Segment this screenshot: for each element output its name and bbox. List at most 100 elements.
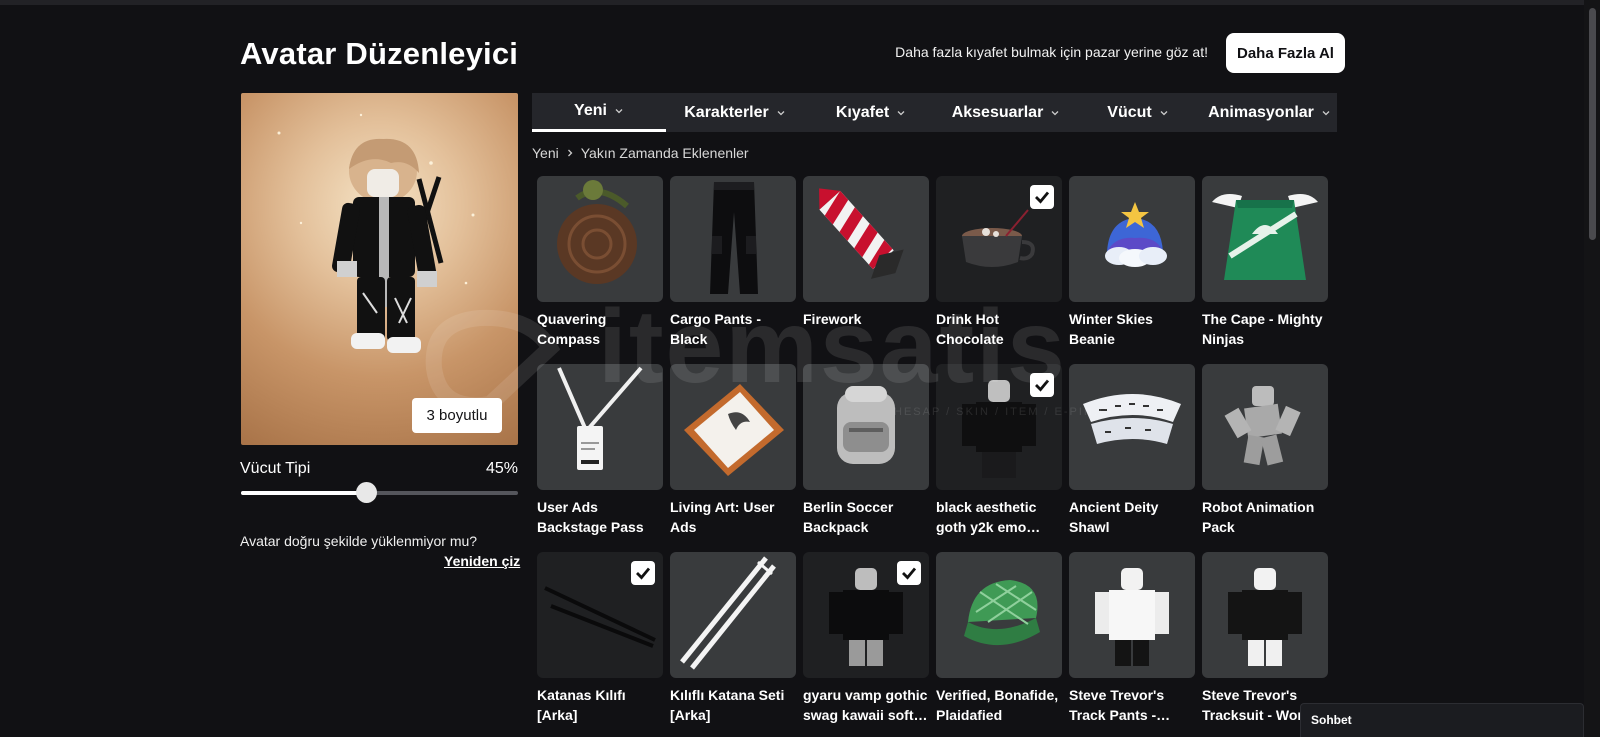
checkmark-icon	[1035, 379, 1050, 392]
load-question: Avatar doğru şekilde yüklenmiyor mu?	[240, 533, 478, 549]
tab-body[interactable]: Vücut	[1074, 93, 1202, 132]
item-thumbnail[interactable]	[1069, 176, 1195, 302]
item-name[interactable]: Cargo Pants - Black	[670, 309, 796, 349]
tab-new[interactable]: Yeni	[532, 93, 666, 132]
chevron-down-icon	[1160, 110, 1168, 115]
item-name[interactable]: Katanas Kılıfı [Arka]	[537, 685, 663, 725]
selected-checkbox[interactable]	[1030, 373, 1054, 397]
item-thumbnail[interactable]	[537, 176, 663, 302]
item-thumbnail[interactable]	[936, 364, 1062, 490]
pants-icon	[710, 182, 758, 294]
item-card[interactable]: gyaru vamp gothic swag kawaii soft…	[803, 552, 929, 737]
item-name[interactable]: black aesthetic goth y2k emo…	[936, 497, 1062, 537]
item-thumbnail[interactable]	[537, 364, 663, 490]
item-card[interactable]: Drink Hot Chocolate	[936, 176, 1062, 364]
promo-text: Daha fazla kıyafet bulmak için pazar yer…	[895, 44, 1208, 60]
item-name[interactable]: Winter Skies Beanie	[1069, 309, 1195, 349]
item-thumbnail[interactable]	[1069, 364, 1195, 490]
item-card[interactable]: black aesthetic goth y2k emo…	[936, 364, 1062, 552]
item-card[interactable]: Cargo Pants - Black	[670, 176, 796, 364]
item-card[interactable]: Verified, Bonafide, Plaidafied	[936, 552, 1062, 737]
top-border	[0, 0, 1584, 5]
checkmark-icon	[1035, 191, 1050, 204]
item-name[interactable]: Robot Animation Pack	[1202, 497, 1328, 537]
item-card[interactable]: Quavering Compass	[537, 176, 663, 364]
chevron-down-icon	[1322, 110, 1330, 115]
tab-label: Animasyonlar	[1208, 103, 1314, 121]
tab-animations[interactable]: Animasyonlar	[1202, 93, 1337, 132]
tab-clothing[interactable]: Kıyafet	[804, 93, 938, 132]
item-thumbnail[interactable]	[670, 552, 796, 678]
item-card[interactable]: Living Art: User Ads	[670, 364, 796, 552]
item-name[interactable]: Quavering Compass	[537, 309, 663, 349]
avatar-preview[interactable]: 3 boyutlu	[241, 93, 518, 445]
item-thumbnail[interactable]	[936, 552, 1062, 678]
item-card[interactable]: Kılıflı Katana Seti [Arka]	[670, 552, 796, 737]
item-name[interactable]: Drink Hot Chocolate	[936, 309, 1062, 349]
item-thumbnail[interactable]	[803, 176, 929, 302]
tab-characters[interactable]: Karakterler	[666, 93, 804, 132]
figure-black-icon	[1228, 568, 1302, 666]
page-title: Avatar Düzenleyici	[240, 36, 519, 71]
item-name[interactable]: gyaru vamp gothic swag kawaii soft…	[803, 685, 929, 725]
item-card[interactable]: Berlin Soccer Backpack	[803, 364, 929, 552]
item-thumbnail[interactable]	[1202, 364, 1328, 490]
item-card[interactable]: Winter Skies Beanie	[1069, 176, 1195, 364]
slider-handle[interactable]	[355, 482, 377, 503]
item-card[interactable]: Firework	[803, 176, 929, 364]
tab-accessories[interactable]: Aksesuarlar	[938, 93, 1074, 132]
item-card[interactable]: The Cape - Mighty Ninjas	[1202, 176, 1328, 364]
avatar-figure-icon	[277, 113, 475, 353]
chevron-right-icon	[567, 149, 573, 157]
chevron-down-icon	[777, 110, 785, 115]
item-thumbnail[interactable]	[670, 364, 796, 490]
item-thumbnail[interactable]	[803, 552, 929, 678]
tab-label: Yeni	[574, 102, 607, 119]
selected-checkbox[interactable]	[631, 561, 655, 585]
chevron-down-icon	[615, 109, 623, 114]
item-card[interactable]: User Ads Backstage Pass	[537, 364, 663, 552]
item-card[interactable]: Steve Trevor's Track Pants -…	[1069, 552, 1195, 737]
item-thumbnail[interactable]	[1202, 176, 1328, 302]
item-name[interactable]: Firework	[803, 309, 929, 329]
chat-panel[interactable]: Sohbet	[1300, 703, 1584, 737]
item-name[interactable]: Berlin Soccer Backpack	[803, 497, 929, 537]
breadcrumb: Yeni Yakın Zamanda Eklenenler	[532, 145, 749, 161]
selected-checkbox[interactable]	[1030, 185, 1054, 209]
item-name[interactable]: Verified, Bonafide, Plaidafied	[936, 685, 1062, 725]
item-name[interactable]: Living Art: User Ads	[670, 497, 796, 537]
item-thumbnail[interactable]	[1069, 552, 1195, 678]
redraw-link[interactable]: Yeniden çiz	[444, 553, 520, 569]
katana-white-icon	[680, 556, 776, 670]
item-card[interactable]: Ancient Deity Shawl	[1069, 364, 1195, 552]
item-name[interactable]: Kılıflı Katana Seti [Arka]	[670, 685, 796, 725]
slider-fill	[241, 491, 366, 495]
item-card[interactable]: Katanas Kılıfı [Arka]	[537, 552, 663, 737]
item-name[interactable]: Ancient Deity Shawl	[1069, 497, 1195, 537]
item-card[interactable]: Robot Animation Pack	[1202, 364, 1328, 552]
item-thumbnail[interactable]	[670, 176, 796, 302]
cape-icon	[1212, 194, 1318, 280]
body-type-slider[interactable]	[241, 482, 518, 503]
figure-white-icon	[1095, 568, 1169, 666]
item-thumbnail[interactable]	[936, 176, 1062, 302]
item-name[interactable]: User Ads Backstage Pass	[537, 497, 663, 537]
selected-checkbox[interactable]	[897, 561, 921, 585]
item-name[interactable]: The Cape - Mighty Ninjas	[1202, 309, 1328, 349]
tab-label: Kıyafet	[835, 103, 890, 121]
page-scrollbar[interactable]	[1584, 0, 1600, 737]
get-more-button[interactable]: Daha Fazla Al	[1226, 33, 1345, 73]
chevron-down-icon	[1051, 110, 1059, 115]
tab-label: Karakterler	[684, 103, 769, 121]
item-thumbnail[interactable]	[537, 552, 663, 678]
breadcrumb-root[interactable]: Yeni	[532, 145, 559, 161]
scrollbar-thumb[interactable]	[1589, 8, 1596, 240]
view-3d-button[interactable]: 3 boyutlu	[412, 398, 502, 433]
item-thumbnail[interactable]	[803, 364, 929, 490]
item-name[interactable]: Steve Trevor's Track Pants -…	[1069, 685, 1195, 725]
tab-label: Vücut	[1107, 103, 1152, 121]
backpack-icon	[837, 386, 895, 464]
compass-icon	[557, 180, 637, 284]
breadcrumb-current: Yakın Zamanda Eklenenler	[580, 145, 749, 161]
item-thumbnail[interactable]	[1202, 552, 1328, 678]
